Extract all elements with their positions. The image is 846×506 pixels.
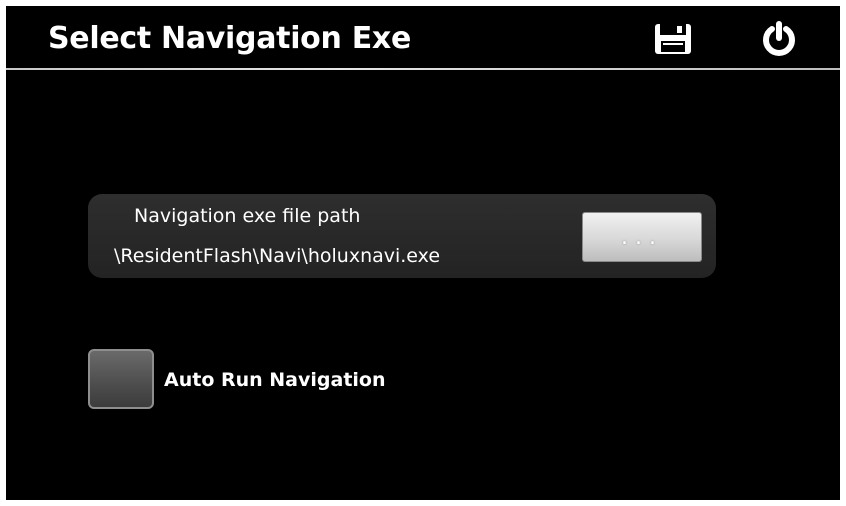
power-button[interactable] (758, 20, 800, 58)
file-path-value: \ResidentFlash\Navi\holuxnavi.exe (114, 245, 441, 267)
save-button[interactable] (652, 20, 694, 58)
auto-run-label: Auto Run Navigation (164, 369, 386, 391)
browse-button[interactable]: ... (582, 212, 702, 262)
file-path-panel: Navigation exe file path \ResidentFlash\… (88, 194, 716, 278)
settings-screen: Select Navigation Exe Navigation exe fil… (6, 6, 840, 500)
ellipsis-icon: ... (621, 224, 663, 250)
page-title: Select Navigation Exe (48, 21, 411, 56)
file-path-label: Navigation exe file path (134, 205, 361, 227)
power-icon (763, 21, 795, 56)
auto-run-checkbox[interactable] (88, 349, 154, 409)
header-divider (6, 68, 840, 70)
save-icon (655, 24, 691, 54)
